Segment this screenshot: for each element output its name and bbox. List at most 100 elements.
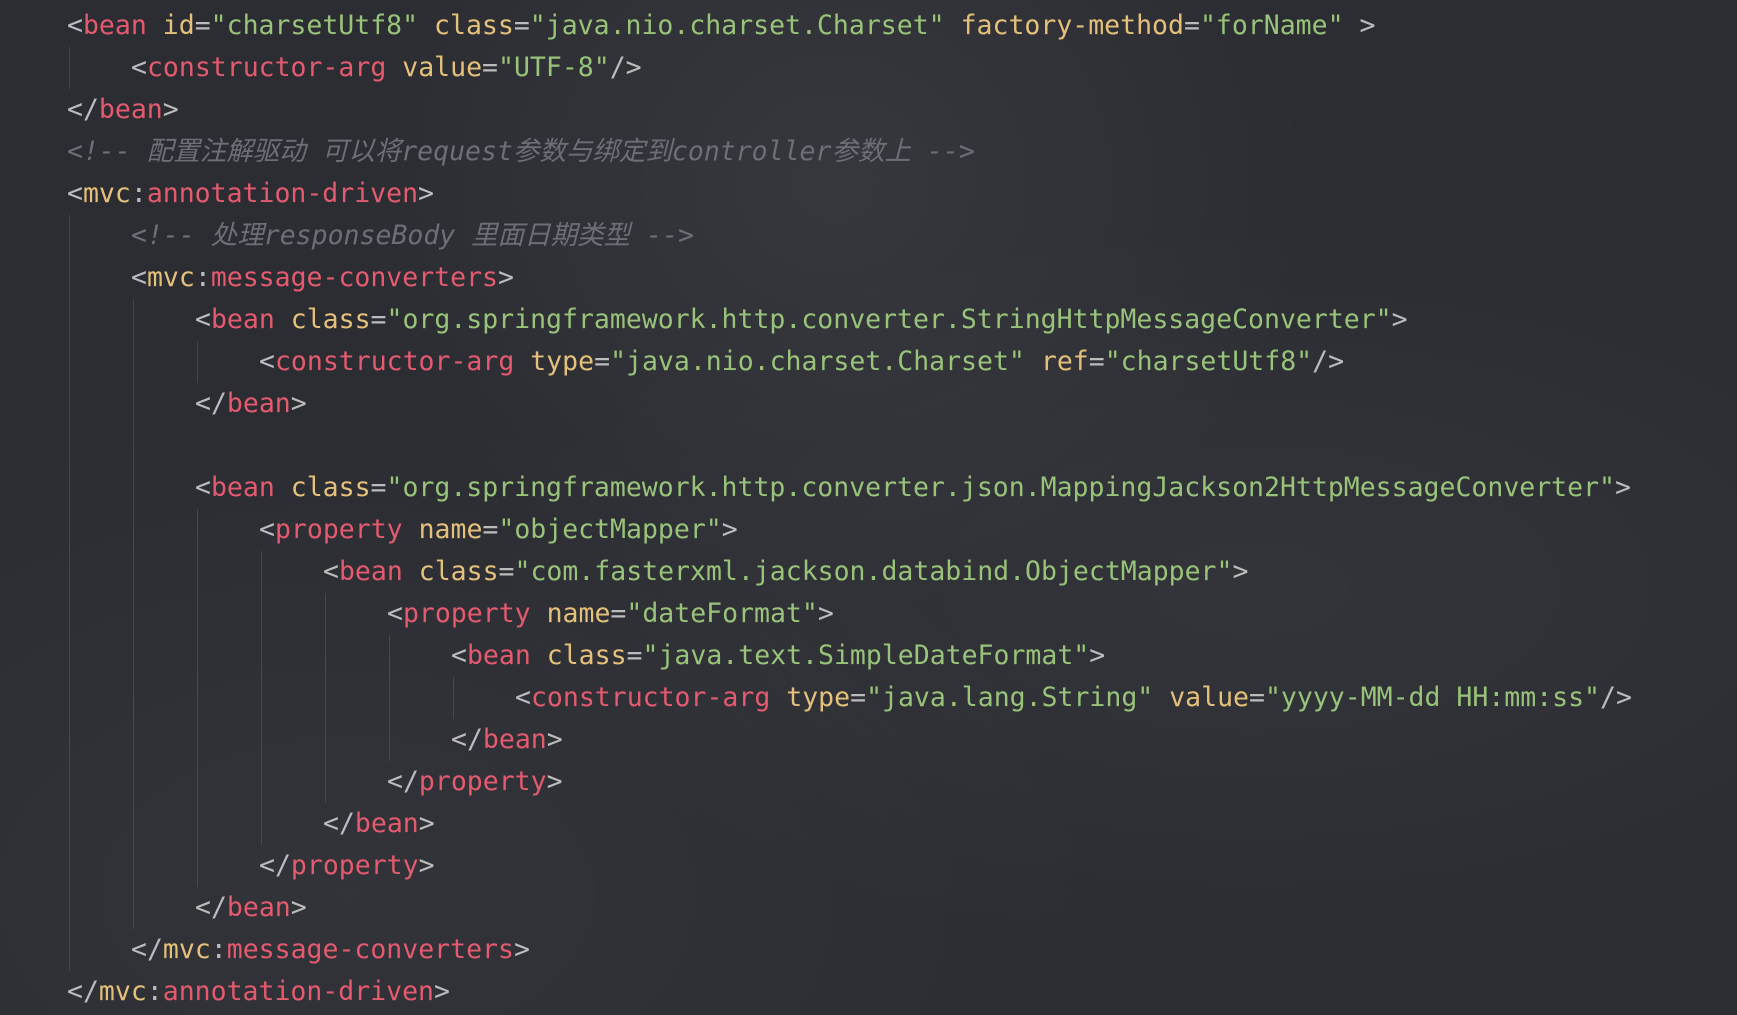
attribute-name-token: class — [418, 556, 499, 587]
code-line[interactable]: <mvc:message-converters> — [131, 257, 514, 299]
equals-token: = — [610, 598, 627, 629]
tag-name-token: property — [274, 514, 403, 545]
code-line[interactable]: <property name="dateFormat"> — [387, 593, 834, 635]
bracket-token: </ — [195, 892, 227, 923]
tag-name-token: constructor-arg — [530, 682, 771, 713]
code-line[interactable]: <!-- 处理responseBody 里面日期类型 --> — [131, 215, 694, 257]
attribute-name-token: id — [162, 10, 195, 41]
bracket-token: < — [259, 514, 275, 545]
attribute-name-token: name — [418, 514, 483, 545]
code-line[interactable]: </bean> — [67, 89, 179, 131]
bracket-token: /> — [1600, 682, 1632, 713]
bracket-token: > — [817, 598, 834, 629]
attribute-value-token: "yyyy-MM-dd HH:mm:ss" — [1264, 682, 1601, 713]
bracket-token: </ — [131, 934, 163, 965]
equals-token: = — [1088, 346, 1105, 377]
equals-token: = — [498, 556, 515, 587]
bracket-token: > — [546, 766, 563, 797]
code-line[interactable]: <property name="objectMapper"> — [259, 509, 738, 551]
code-line[interactable]: <constructor-arg type="java.lang.String"… — [515, 677, 1632, 719]
code-line[interactable]: </mvc:annotation-driven> — [67, 971, 450, 1013]
attribute-value-token: "java.text.SimpleDateFormat" — [642, 640, 1090, 671]
code-line[interactable]: <mvc:annotation-driven> — [67, 173, 434, 215]
namespace-token: mvc — [98, 976, 147, 1007]
code-line[interactable]: <bean class="org.springframework.http.co… — [195, 467, 1631, 509]
code-editor[interactable]: <bean id="charsetUtf8" class="java.nio.c… — [0, 0, 1737, 1015]
namespace-token: mvc — [82, 178, 131, 209]
bracket-token: </ — [67, 976, 99, 1007]
equals-token: = — [594, 346, 611, 377]
code-line[interactable]: </bean> — [323, 803, 435, 845]
equals-token: = — [513, 10, 530, 41]
bracket-token: < — [195, 304, 211, 335]
tag-name-token: annotation-driven — [162, 976, 434, 1007]
bracket-token: < — [67, 178, 83, 209]
code-line[interactable]: <bean class="org.springframework.http.co… — [195, 299, 1408, 341]
bracket-token: > — [1089, 640, 1106, 671]
bracket-token: < — [67, 10, 83, 41]
bracket-token: > — [1391, 304, 1408, 335]
tag-name-token: constructor-arg — [146, 52, 387, 83]
bracket-token: </ — [195, 388, 227, 419]
attribute-name-token: value — [1169, 682, 1249, 713]
bracket-token: < — [259, 346, 275, 377]
bracket-token: > — [418, 808, 435, 839]
code-line[interactable]: <!-- 配置注解驱动 可以将request参数与绑定到controller参数… — [67, 131, 975, 173]
code-line[interactable]: <constructor-arg value="UTF-8"/> — [131, 47, 642, 89]
attribute-value-token: "java.nio.charset.Charset" — [529, 10, 945, 41]
bracket-token: </ — [323, 808, 355, 839]
code-line[interactable]: </bean> — [195, 887, 307, 929]
code-area[interactable]: <bean id="charsetUtf8" class="java.nio.c… — [0, 0, 1737, 1015]
indent-guide — [133, 299, 134, 929]
attribute-value-token: "dateFormat" — [626, 598, 818, 629]
bracket-token: < — [323, 556, 339, 587]
attribute-value-token: "java.lang.String" — [866, 682, 1154, 713]
tag-name-token: bean — [82, 10, 147, 41]
bracket-token: </ — [259, 850, 291, 881]
code-line[interactable]: </mvc:message-converters> — [131, 929, 530, 971]
attribute-value-token: "com.fasterxml.jackson.databind.ObjectMa… — [514, 556, 1233, 587]
equals-token: = — [1249, 682, 1265, 713]
bracket-token: > — [1359, 10, 1376, 41]
code-line[interactable]: <constructor-arg type="java.nio.charset.… — [259, 341, 1344, 383]
bracket-token: < — [451, 640, 467, 671]
code-line[interactable]: </bean> — [451, 719, 563, 761]
comment-token: <!-- 配置注解驱动 可以将request参数与绑定到controller参数… — [67, 136, 975, 167]
attribute-name-token: name — [546, 598, 611, 629]
namespace-token: mvc — [162, 934, 211, 965]
indent-guide — [197, 509, 198, 887]
attribute-name-token: class — [290, 304, 371, 335]
tag-name-token: bean — [338, 556, 403, 587]
code-line[interactable]: <bean class="com.fasterxml.jackson.datab… — [323, 551, 1248, 593]
bracket-token: : — [194, 262, 211, 293]
code-line[interactable]: <bean id="charsetUtf8" class="java.nio.c… — [67, 5, 1375, 47]
tag-name-token: property — [402, 598, 531, 629]
code-line[interactable]: </bean> — [195, 383, 307, 425]
equals-token: = — [370, 472, 387, 503]
attribute-name-token: value — [402, 52, 483, 83]
bracket-token: > — [1232, 556, 1249, 587]
attribute-name-token: ref — [1040, 346, 1089, 377]
bracket-token: > — [290, 388, 307, 419]
code-line[interactable]: <bean class="java.text.SimpleDateFormat"… — [451, 635, 1105, 677]
code-line[interactable]: </property> — [387, 761, 563, 803]
indent-guide — [197, 341, 198, 383]
tag-name-token: bean — [354, 808, 419, 839]
tag-name-token: message-converters — [226, 934, 514, 965]
bracket-token: </ — [387, 766, 419, 797]
tag-name-token: property — [418, 766, 547, 797]
attribute-name-token: factory-method — [960, 10, 1184, 41]
bracket-token: > — [498, 262, 514, 293]
attribute-value-token: "org.springframework.http.converter.json… — [386, 472, 1616, 503]
code-line[interactable]: </property> — [259, 845, 435, 887]
tag-name-token: property — [290, 850, 419, 881]
equals-token: = — [370, 304, 387, 335]
